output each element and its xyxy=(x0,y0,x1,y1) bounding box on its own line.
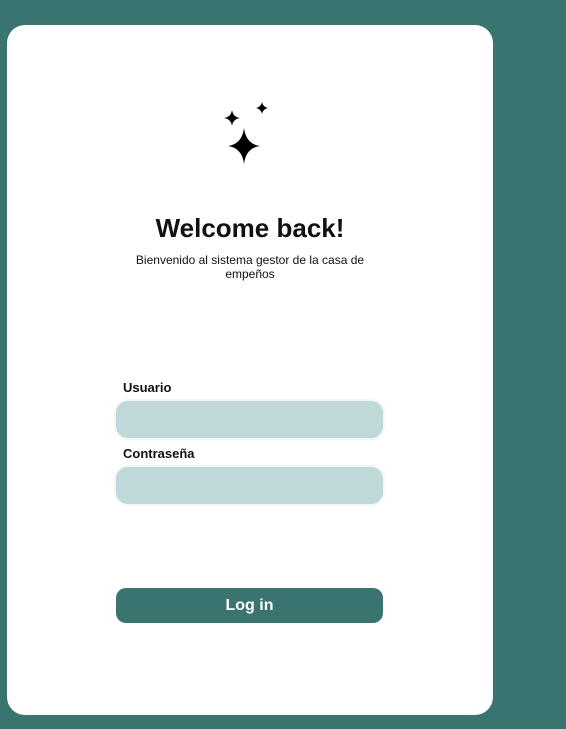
page-subtitle: Bienvenido al sistema gestor de la casa … xyxy=(135,253,365,281)
username-label: Usuario xyxy=(123,380,172,395)
password-label: Contraseña xyxy=(123,446,195,461)
username-input[interactable] xyxy=(116,401,383,438)
login-button[interactable]: Log in xyxy=(116,588,383,623)
login-card: Welcome back! Bienvenido al sistema gest… xyxy=(7,25,493,715)
page-title: Welcome back! xyxy=(155,213,345,243)
sparkles-icon xyxy=(224,102,268,164)
password-input[interactable] xyxy=(116,467,383,504)
